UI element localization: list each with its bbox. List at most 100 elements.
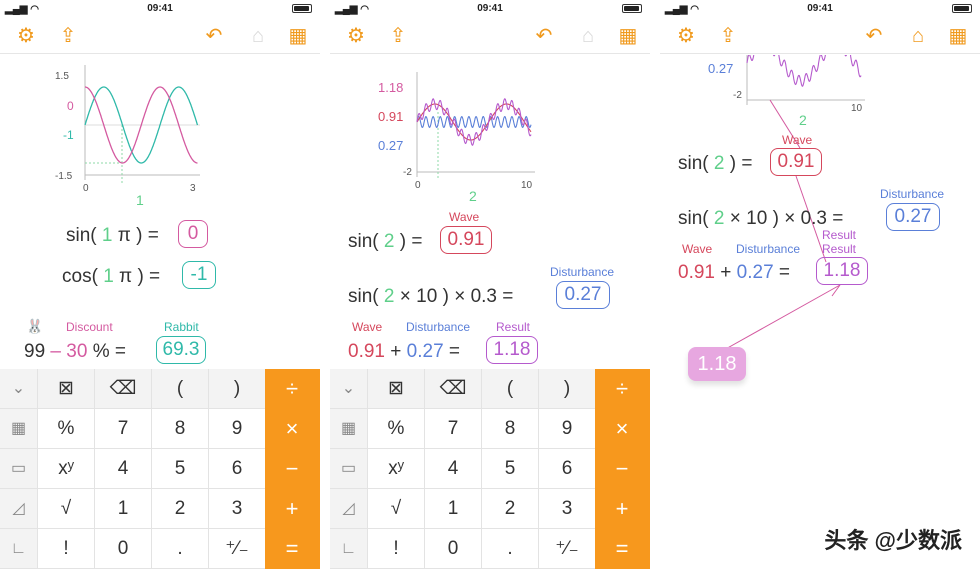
minus-key[interactable]: − bbox=[265, 449, 320, 489]
key-9[interactable]: 9 bbox=[209, 409, 266, 449]
key-3[interactable]: 3 bbox=[209, 489, 266, 529]
key-1[interactable]: 1 bbox=[425, 489, 482, 529]
power-key[interactable]: xʸ bbox=[368, 449, 425, 489]
backspace-key[interactable]: ⌫ bbox=[425, 369, 482, 409]
disturbance-result[interactable]: 0.27 bbox=[886, 203, 940, 231]
angle-key[interactable]: ∟ bbox=[330, 529, 368, 569]
cos-expression[interactable]: cos( 1 π ) = bbox=[62, 266, 160, 288]
angle-key[interactable]: ∟ bbox=[0, 529, 38, 569]
collapse-key[interactable]: ⌄ bbox=[330, 369, 368, 409]
wave-expression[interactable]: sin( 2 ) = bbox=[678, 153, 752, 175]
key-2[interactable]: 2 bbox=[482, 489, 539, 529]
sin-result[interactable]: 0 bbox=[178, 220, 208, 248]
disturbance-expression[interactable]: sin( 2 × 10 ) × 0.3 = bbox=[678, 208, 843, 230]
folder-key[interactable]: ▭ bbox=[330, 449, 368, 489]
tag-icon[interactable]: ⌂ bbox=[246, 24, 270, 48]
arg[interactable]: 1 bbox=[103, 266, 114, 287]
wave-ref[interactable]: 0.91 bbox=[678, 262, 715, 283]
backspace-key[interactable]: ⌫ bbox=[95, 369, 152, 409]
close-paren-key[interactable]: ) bbox=[209, 369, 266, 409]
key-5[interactable]: 5 bbox=[482, 449, 539, 489]
cos-result[interactable]: -1 bbox=[182, 261, 216, 289]
key-1[interactable]: 1 bbox=[95, 489, 152, 529]
factorial-key[interactable]: ! bbox=[38, 529, 95, 569]
arg[interactable]: 2 bbox=[384, 231, 395, 252]
key-3[interactable]: 3 bbox=[539, 489, 596, 529]
multiplier[interactable]: 10 bbox=[746, 208, 767, 229]
discount-expression[interactable]: 99 – 30 % = bbox=[24, 341, 126, 363]
wave-expression[interactable]: sin( 2 ) = bbox=[348, 231, 422, 253]
sign-key[interactable]: ⁺⁄₋ bbox=[539, 529, 596, 569]
percent-key[interactable]: % bbox=[368, 409, 425, 449]
disturbance-expression[interactable]: sin( 2 × 10 ) × 0.3 = bbox=[348, 286, 513, 308]
calculator-icon[interactable]: ▦ bbox=[286, 24, 310, 48]
sin-expression[interactable]: sin( 1 π ) = bbox=[66, 225, 159, 247]
graph-wave[interactable]: 1.18 0.91 0.27 -2 0 10 bbox=[375, 72, 540, 192]
graph-trig[interactable]: 1.5 0 -1 -1.5 0 3 bbox=[55, 65, 205, 195]
triangle-key[interactable]: ◿ bbox=[0, 489, 38, 529]
key-5[interactable]: 5 bbox=[152, 449, 209, 489]
key-6[interactable]: 6 bbox=[539, 449, 596, 489]
undo-icon[interactable]: ↶ bbox=[532, 24, 556, 48]
factorial-key[interactable]: ! bbox=[368, 529, 425, 569]
drag-bubble[interactable]: 1.18 bbox=[688, 347, 746, 381]
disturbance-ref[interactable]: 0.27 bbox=[407, 341, 444, 362]
minus-key[interactable]: − bbox=[595, 449, 650, 489]
multiply-key[interactable]: × bbox=[265, 409, 320, 449]
sign-key[interactable]: ⁺⁄₋ bbox=[209, 529, 266, 569]
key-0[interactable]: 0 bbox=[425, 529, 482, 569]
scale[interactable]: 0.3 bbox=[801, 208, 827, 229]
key-6[interactable]: 6 bbox=[209, 449, 266, 489]
gear-icon[interactable]: ⚙ bbox=[14, 24, 38, 48]
sqrt-key[interactable]: √ bbox=[368, 489, 425, 529]
open-paren-key[interactable]: ( bbox=[482, 369, 539, 409]
disturbance-ref[interactable]: 0.27 bbox=[737, 262, 774, 283]
equals-key[interactable]: = bbox=[595, 529, 650, 569]
clear-key[interactable]: ⊠ bbox=[38, 369, 95, 409]
folder-key[interactable]: ▭ bbox=[0, 449, 38, 489]
percent-key[interactable]: % bbox=[38, 409, 95, 449]
clear-key[interactable]: ⊠ bbox=[368, 369, 425, 409]
share-icon[interactable]: ⇪ bbox=[56, 24, 80, 48]
key-7[interactable]: 7 bbox=[95, 409, 152, 449]
triangle-key[interactable]: ◿ bbox=[330, 489, 368, 529]
key-4[interactable]: 4 bbox=[425, 449, 482, 489]
wave-result[interactable]: 0.91 bbox=[770, 148, 822, 176]
calculator-icon[interactable]: ▦ bbox=[616, 24, 640, 48]
arg[interactable]: 2 bbox=[714, 208, 725, 229]
plus-key[interactable]: + bbox=[595, 489, 650, 529]
undo-icon[interactable]: ↶ bbox=[202, 24, 226, 48]
power-key[interactable]: xʸ bbox=[38, 449, 95, 489]
rabbit-result[interactable]: 69.3 bbox=[156, 336, 206, 364]
key-8[interactable]: 8 bbox=[482, 409, 539, 449]
key-7[interactable]: 7 bbox=[425, 409, 482, 449]
calculator-key[interactable]: ▦ bbox=[0, 409, 38, 449]
multiplier[interactable]: 10 bbox=[416, 286, 437, 307]
scale[interactable]: 0.3 bbox=[471, 286, 497, 307]
equals-key[interactable]: = bbox=[265, 529, 320, 569]
result-expression[interactable]: 0.91 + 0.27 = bbox=[678, 262, 790, 284]
plus-key[interactable]: + bbox=[265, 489, 320, 529]
key-4[interactable]: 4 bbox=[95, 449, 152, 489]
disturbance-result[interactable]: 0.27 bbox=[556, 281, 610, 309]
gear-icon[interactable]: ⚙ bbox=[344, 24, 368, 48]
operand-a[interactable]: 99 bbox=[24, 341, 45, 362]
result-expression[interactable]: 0.91 + 0.27 = bbox=[348, 341, 460, 363]
close-paren-key[interactable]: ) bbox=[539, 369, 596, 409]
calculator-key[interactable]: ▦ bbox=[330, 409, 368, 449]
key-9[interactable]: 9 bbox=[539, 409, 596, 449]
result-value[interactable]: 1.18 bbox=[486, 336, 538, 364]
arg[interactable]: 1 bbox=[102, 225, 113, 246]
divide-key[interactable]: ÷ bbox=[595, 369, 650, 409]
wave-result[interactable]: 0.91 bbox=[440, 226, 492, 254]
wave-ref[interactable]: 0.91 bbox=[348, 341, 385, 362]
open-paren-key[interactable]: ( bbox=[152, 369, 209, 409]
key-8[interactable]: 8 bbox=[152, 409, 209, 449]
collapse-key[interactable]: ⌄ bbox=[0, 369, 38, 409]
arg[interactable]: 2 bbox=[714, 153, 725, 174]
operand-b[interactable]: 30 bbox=[66, 341, 87, 362]
key-2[interactable]: 2 bbox=[152, 489, 209, 529]
divide-key[interactable]: ÷ bbox=[265, 369, 320, 409]
tag-icon[interactable]: ⌂ bbox=[576, 24, 600, 48]
key-0[interactable]: 0 bbox=[95, 529, 152, 569]
